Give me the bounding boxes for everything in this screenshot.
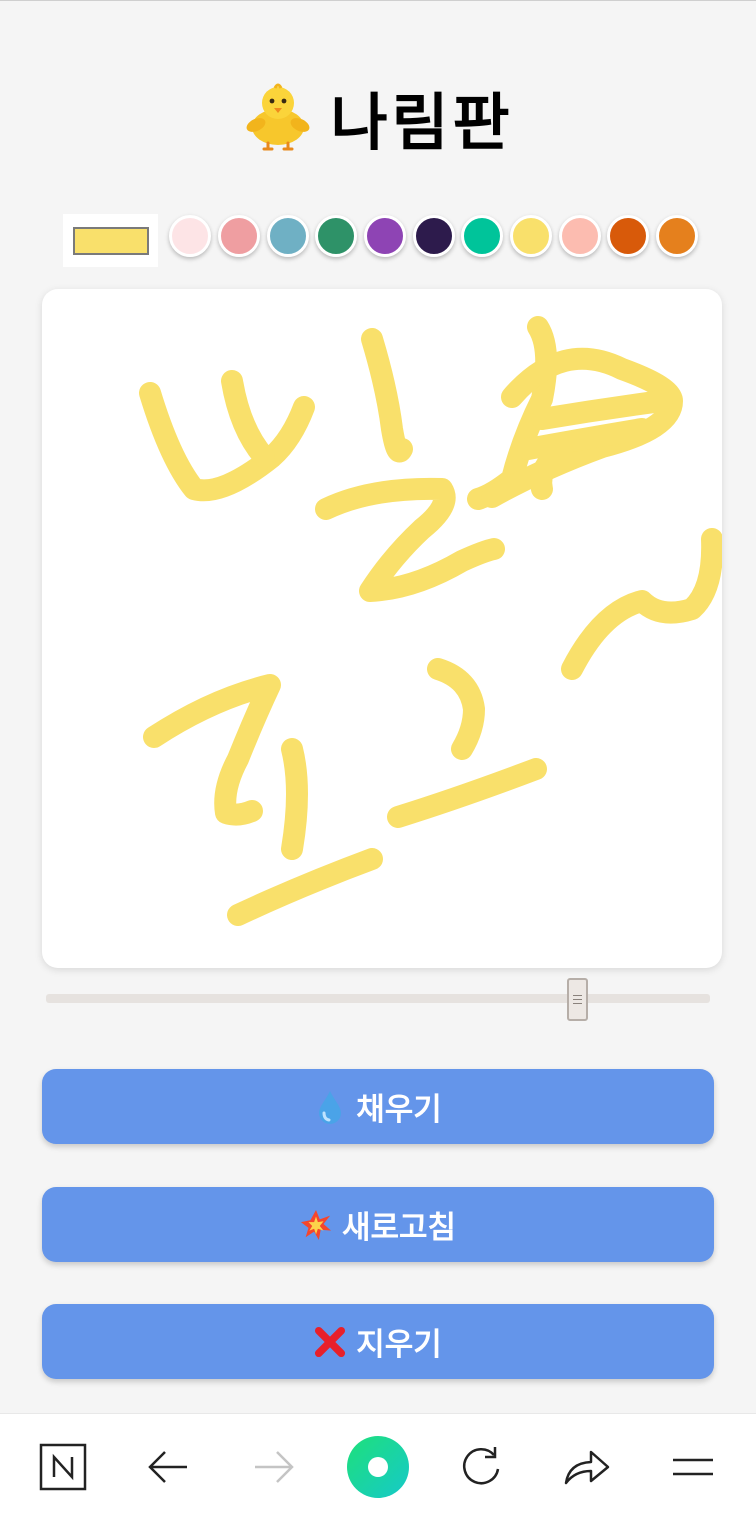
forward-arrow-icon — [240, 1436, 306, 1498]
refresh-button-label: 새로고침 — [341, 1210, 457, 1246]
grip-line — [572, 995, 582, 996]
refresh-button[interactable]: 새로고침 — [42, 1187, 714, 1262]
droplet-icon — [314, 1089, 346, 1125]
browser-bottom-nav — [0, 1413, 756, 1519]
fill-button-label: 채우기 — [356, 1092, 442, 1128]
page-header: 나림판 — [0, 82, 756, 159]
page-title: 나림판 — [330, 86, 514, 159]
color-swatch-mint[interactable] — [461, 215, 503, 257]
grip-line — [572, 999, 582, 1000]
color-swatch-orange[interactable] — [656, 215, 698, 257]
menu-icon[interactable] — [660, 1436, 726, 1498]
share-icon[interactable] — [554, 1436, 620, 1498]
collision-icon — [300, 1207, 332, 1243]
color-palette — [63, 214, 703, 268]
clear-button[interactable]: 지우기 — [42, 1304, 714, 1379]
brush-size-slider-track[interactable] — [46, 994, 710, 1003]
grip-line — [572, 1003, 582, 1004]
brush-size-slider-thumb[interactable] — [566, 978, 588, 1021]
color-swatch-light-pink[interactable] — [169, 215, 211, 257]
clear-button-label: 지우기 — [356, 1327, 442, 1363]
fill-button[interactable]: 채우기 — [42, 1069, 714, 1144]
current-color-indicator[interactable] — [63, 214, 158, 267]
color-swatch-green[interactable] — [315, 215, 357, 257]
cross-mark-icon — [314, 1324, 346, 1360]
color-swatch-purple[interactable] — [364, 215, 406, 257]
color-swatch-teal[interactable] — [267, 215, 309, 257]
drawing-strokes — [139, 316, 722, 926]
naver-home-icon[interactable] — [30, 1436, 96, 1498]
color-swatch-yellow[interactable] — [510, 215, 552, 257]
refresh-icon[interactable] — [448, 1436, 514, 1498]
back-arrow-icon[interactable] — [136, 1436, 202, 1498]
drawing-canvas[interactable] — [42, 289, 722, 968]
chick-emoji-icon — [247, 83, 310, 151]
current-color-swatch — [72, 226, 149, 255]
green-dot-icon[interactable] — [345, 1436, 411, 1498]
color-swatch-dark-orange[interactable] — [607, 215, 649, 257]
color-swatch-dark-purple[interactable] — [413, 215, 455, 257]
color-swatch-peach[interactable] — [559, 215, 601, 257]
top-border — [0, 0, 756, 1]
color-swatch-salmon[interactable] — [218, 215, 260, 257]
